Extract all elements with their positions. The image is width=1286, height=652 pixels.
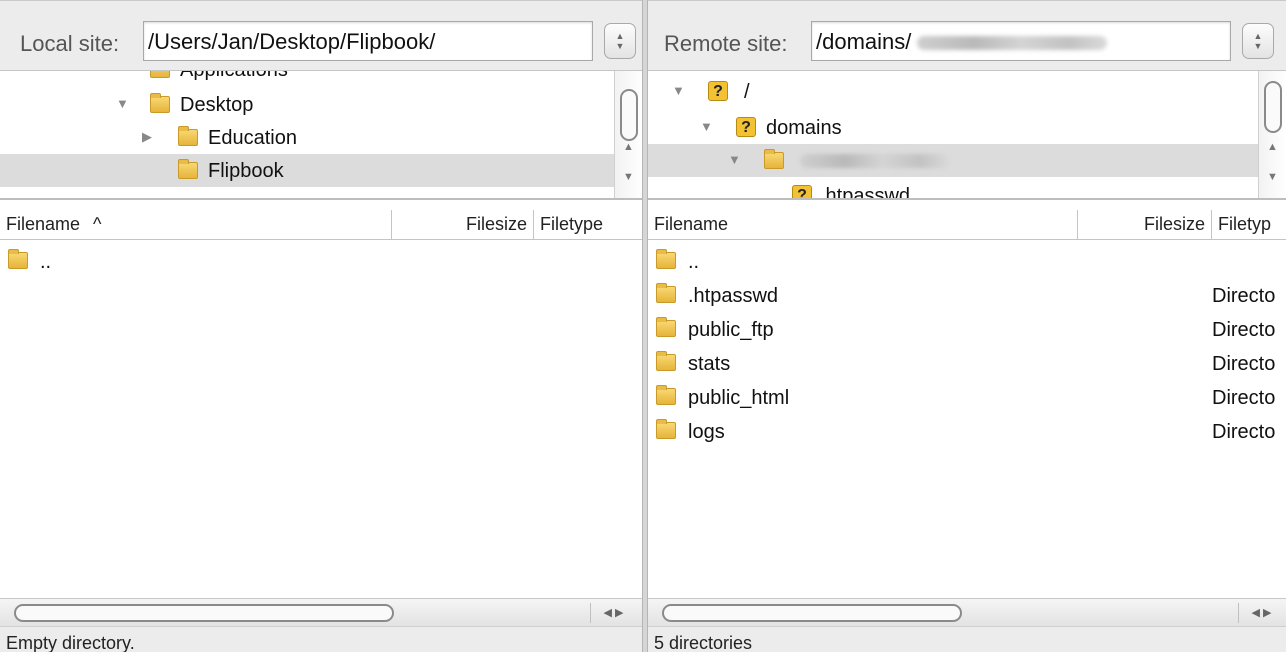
question-icon: ? — [792, 185, 812, 198]
local-pane: Local site: /Users/Jan/Desktop/Flipbook/… — [0, 0, 642, 652]
tree-item-domains[interactable]: ▼ ? domains — [648, 111, 1258, 144]
local-tree-scrollbar[interactable]: ▲ ▼ — [614, 71, 642, 198]
folder-icon — [656, 419, 676, 439]
tree-item-htpasswd[interactable]: ? .htpasswd — [648, 179, 1258, 198]
column-header-filetype[interactable]: Filetype — [534, 210, 642, 240]
tree-item-flipbook[interactable]: Flipbook — [0, 154, 614, 187]
folder-icon — [656, 385, 676, 405]
remote-site-label: Remote site: — [664, 31, 788, 56]
question-icon: ? — [708, 81, 728, 101]
local-site-bar: Local site: /Users/Jan/Desktop/Flipbook/… — [0, 0, 642, 70]
tree-item-applications[interactable]: Applications — [0, 71, 614, 86]
file-row[interactable]: logs Directo — [648, 414, 1286, 448]
remote-site-bar: Remote site: /domains/ ▲ ▼ — [648, 0, 1286, 70]
folder-icon — [656, 351, 676, 371]
folder-icon — [150, 93, 170, 113]
folder-icon — [150, 71, 170, 78]
file-row[interactable]: .. — [648, 244, 1286, 278]
remote-pane: Remote site: /domains/ ▲ ▼ ▼ ? / ▼ ? dom… — [648, 0, 1286, 652]
tree-item-desktop[interactable]: ▼ Desktop — [0, 88, 614, 121]
question-icon: ? — [736, 117, 756, 137]
redacted-domain — [800, 154, 950, 168]
disclosure-expanded-icon[interactable]: ▼ — [116, 96, 129, 111]
sort-ascending-icon: ^ — [93, 214, 102, 234]
stepper-down-icon[interactable]: ▼ — [605, 41, 635, 51]
local-site-label: Local site: — [20, 31, 120, 56]
file-row[interactable]: stats Directo — [648, 346, 1286, 380]
scroll-left-right-icon[interactable]: ◀ ▶ — [590, 603, 636, 623]
column-header-filename[interactable]: Filename — [648, 210, 1078, 240]
scroll-thumb[interactable] — [662, 604, 962, 622]
file-row[interactable]: .htpasswd Directo — [648, 278, 1286, 312]
scroll-thumb[interactable] — [14, 604, 394, 622]
remote-site-history-stepper[interactable]: ▲ ▼ — [1242, 23, 1274, 59]
tree-item-domain-folder[interactable]: ▼ — [648, 144, 1258, 177]
scroll-up-icon[interactable]: ▲ — [615, 141, 642, 153]
remote-tree-scrollbar[interactable]: ▲ ▼ — [1258, 71, 1286, 198]
remote-file-list[interactable]: Filename Filesize Filetyp .. .htpasswd D… — [648, 198, 1286, 598]
local-list-horizontal-scrollbar[interactable]: ◀ ▶ — [0, 598, 642, 626]
redacted-domain — [917, 36, 1108, 51]
scroll-down-icon[interactable]: ▼ — [1259, 171, 1286, 183]
disclosure-expanded-icon[interactable]: ▼ — [700, 119, 713, 134]
file-row[interactable]: public_html Directo — [648, 380, 1286, 414]
remote-directory-tree[interactable]: ▼ ? / ▼ ? domains ▼ ? .htpasswd ▲ ▼ — [648, 70, 1286, 198]
scroll-up-icon[interactable]: ▲ — [1259, 141, 1286, 153]
column-header-filetype[interactable]: Filetyp — [1212, 210, 1286, 240]
local-directory-tree[interactable]: Applications ▼ Desktop ▶ Education Flipb… — [0, 70, 642, 198]
folder-icon — [764, 149, 784, 169]
column-header-filesize[interactable]: Filesize — [1078, 210, 1212, 240]
folder-icon — [178, 159, 198, 179]
stepper-down-icon[interactable]: ▼ — [1243, 41, 1273, 51]
column-header-filename[interactable]: Filename ^ — [0, 210, 392, 240]
disclosure-collapsed-icon[interactable]: ▶ — [142, 129, 152, 145]
remote-file-list-header: Filename Filesize Filetyp — [648, 210, 1286, 240]
stepper-up-icon[interactable]: ▲ — [605, 31, 635, 41]
file-row[interactable]: public_ftp Directo — [648, 312, 1286, 346]
stepper-up-icon[interactable]: ▲ — [1243, 31, 1273, 41]
scroll-left-right-icon[interactable]: ◀ ▶ — [1238, 603, 1284, 623]
folder-icon — [178, 126, 198, 146]
scroll-down-icon[interactable]: ▼ — [615, 171, 642, 183]
disclosure-expanded-icon[interactable]: ▼ — [672, 83, 685, 98]
folder-icon — [656, 249, 676, 269]
disclosure-expanded-icon[interactable]: ▼ — [728, 152, 741, 167]
folder-icon — [8, 249, 28, 269]
tree-item-education[interactable]: ▶ Education — [0, 121, 614, 154]
folder-icon — [656, 283, 676, 303]
local-site-history-stepper[interactable]: ▲ ▼ — [604, 23, 636, 59]
file-row[interactable]: .. — [0, 244, 642, 278]
scroll-thumb[interactable] — [620, 89, 638, 141]
tree-item-root[interactable]: ▼ ? / — [648, 75, 1258, 108]
remote-site-path-input[interactable]: /domains/ — [811, 21, 1231, 61]
local-status-text: Empty directory. — [0, 626, 642, 652]
local-file-list-header: Filename ^ Filesize Filetype — [0, 210, 642, 240]
scroll-thumb[interactable] — [1264, 81, 1282, 133]
column-header-filesize[interactable]: Filesize — [392, 210, 534, 240]
local-site-path-input[interactable]: /Users/Jan/Desktop/Flipbook/ — [143, 21, 593, 61]
remote-list-horizontal-scrollbar[interactable]: ◀ ▶ — [648, 598, 1286, 626]
folder-icon — [656, 317, 676, 337]
local-file-list[interactable]: Filename ^ Filesize Filetype .. — [0, 198, 642, 598]
remote-status-text: 5 directories — [648, 626, 1286, 652]
